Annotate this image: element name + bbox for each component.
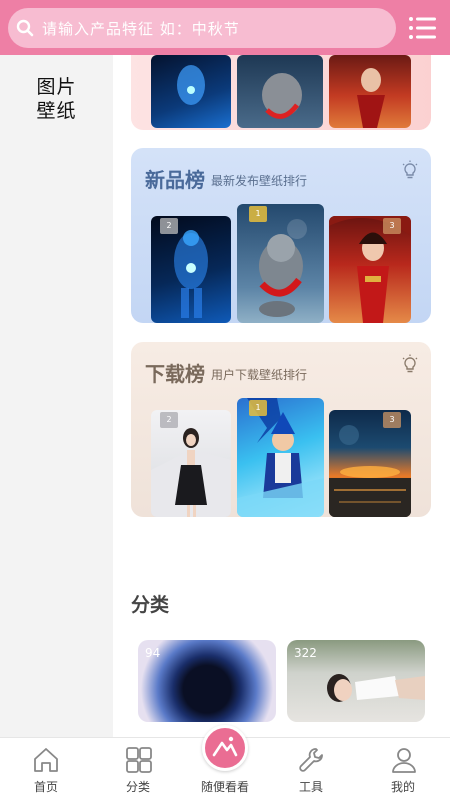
category-count: 322 (294, 646, 317, 660)
mountain-icon (212, 736, 238, 757)
category-card[interactable]: 94 (138, 640, 276, 722)
download-ranking-card[interactable]: 下载榜 用户下载壁纸排行 2 1 3 (131, 342, 431, 517)
category-card[interactable]: 322 (287, 640, 425, 722)
main-content: 新品榜 最新发布壁纸排行 2 1 3 下载榜 用户下载壁纸排行 2 1 3 分类… (113, 55, 450, 737)
nav-label: 分类 (125, 780, 150, 794)
new-ranking-title: 新品榜 (145, 168, 205, 192)
rank-badge: 1 (249, 206, 267, 222)
nav-item-category[interactable]: 分类 (93, 738, 183, 800)
wallpaper-thumb-rank-3[interactable]: 3 (329, 216, 411, 323)
lightbulb-icon (401, 354, 419, 374)
nav-item-tools[interactable]: 工具 (266, 738, 356, 800)
list-icon[interactable] (408, 14, 438, 42)
download-ranking-title: 下载榜 (145, 362, 205, 386)
sidebar-item-label-line1: 图片 (36, 76, 77, 98)
nav-label: 首页 (33, 780, 58, 794)
grid-icon (125, 746, 153, 774)
hot-ranking-card[interactable] (131, 55, 431, 130)
sidebar-item-label-line2: 壁纸 (36, 100, 77, 122)
rank-badge: 2 (160, 218, 178, 234)
category-section-title: 分类 (131, 594, 170, 616)
sidebar-item-wallpaper[interactable]: 图片 壁纸 (0, 75, 113, 123)
rank-badge: 3 (383, 412, 401, 428)
new-ranking-card[interactable]: 新品榜 最新发布壁纸排行 2 1 3 (131, 148, 431, 323)
new-ranking-subtitle: 最新发布壁纸排行 (211, 174, 308, 188)
wallpaper-thumb-rank-1[interactable]: 1 (237, 204, 324, 323)
top-header: 请输入产品特征 如：中秋节 (0, 0, 450, 55)
wallpaper-thumb[interactable] (237, 55, 323, 128)
wallpaper-thumb-rank-2[interactable]: 2 (151, 410, 231, 517)
search-icon (8, 8, 42, 48)
lightbulb-icon (401, 160, 419, 180)
rank-badge: 3 (383, 218, 401, 234)
nav-label: 我的 (390, 780, 415, 794)
nav-label: 工具 (298, 780, 323, 794)
rank-badge: 2 (160, 412, 178, 428)
wallpaper-thumb-rank-1[interactable]: 1 (237, 398, 324, 517)
user-icon (390, 746, 418, 774)
search-placeholder: 请输入产品特征 如：中秋节 (42, 19, 240, 38)
download-ranking-subtitle: 用户下载壁纸排行 (211, 368, 308, 382)
nav-item-home[interactable]: 首页 (0, 738, 90, 800)
wallpaper-thumb-rank-2[interactable]: 2 (151, 216, 231, 323)
category-count: 94 (145, 646, 161, 660)
rank-badge: 1 (249, 400, 267, 416)
category-sidebar: 图片 壁纸 (0, 55, 113, 737)
wrench-icon (298, 746, 326, 774)
nav-label: 随便看看 (200, 780, 249, 794)
nav-item-mine[interactable]: 我的 (358, 738, 448, 800)
search-bar[interactable]: 请输入产品特征 如：中秋节 (8, 8, 396, 48)
random-browse-button[interactable] (202, 725, 248, 771)
home-icon (32, 746, 60, 774)
wallpaper-thumb-rank-3[interactable]: 3 (329, 410, 411, 517)
wallpaper-thumb[interactable] (151, 55, 231, 128)
wallpaper-thumb[interactable] (329, 55, 411, 128)
